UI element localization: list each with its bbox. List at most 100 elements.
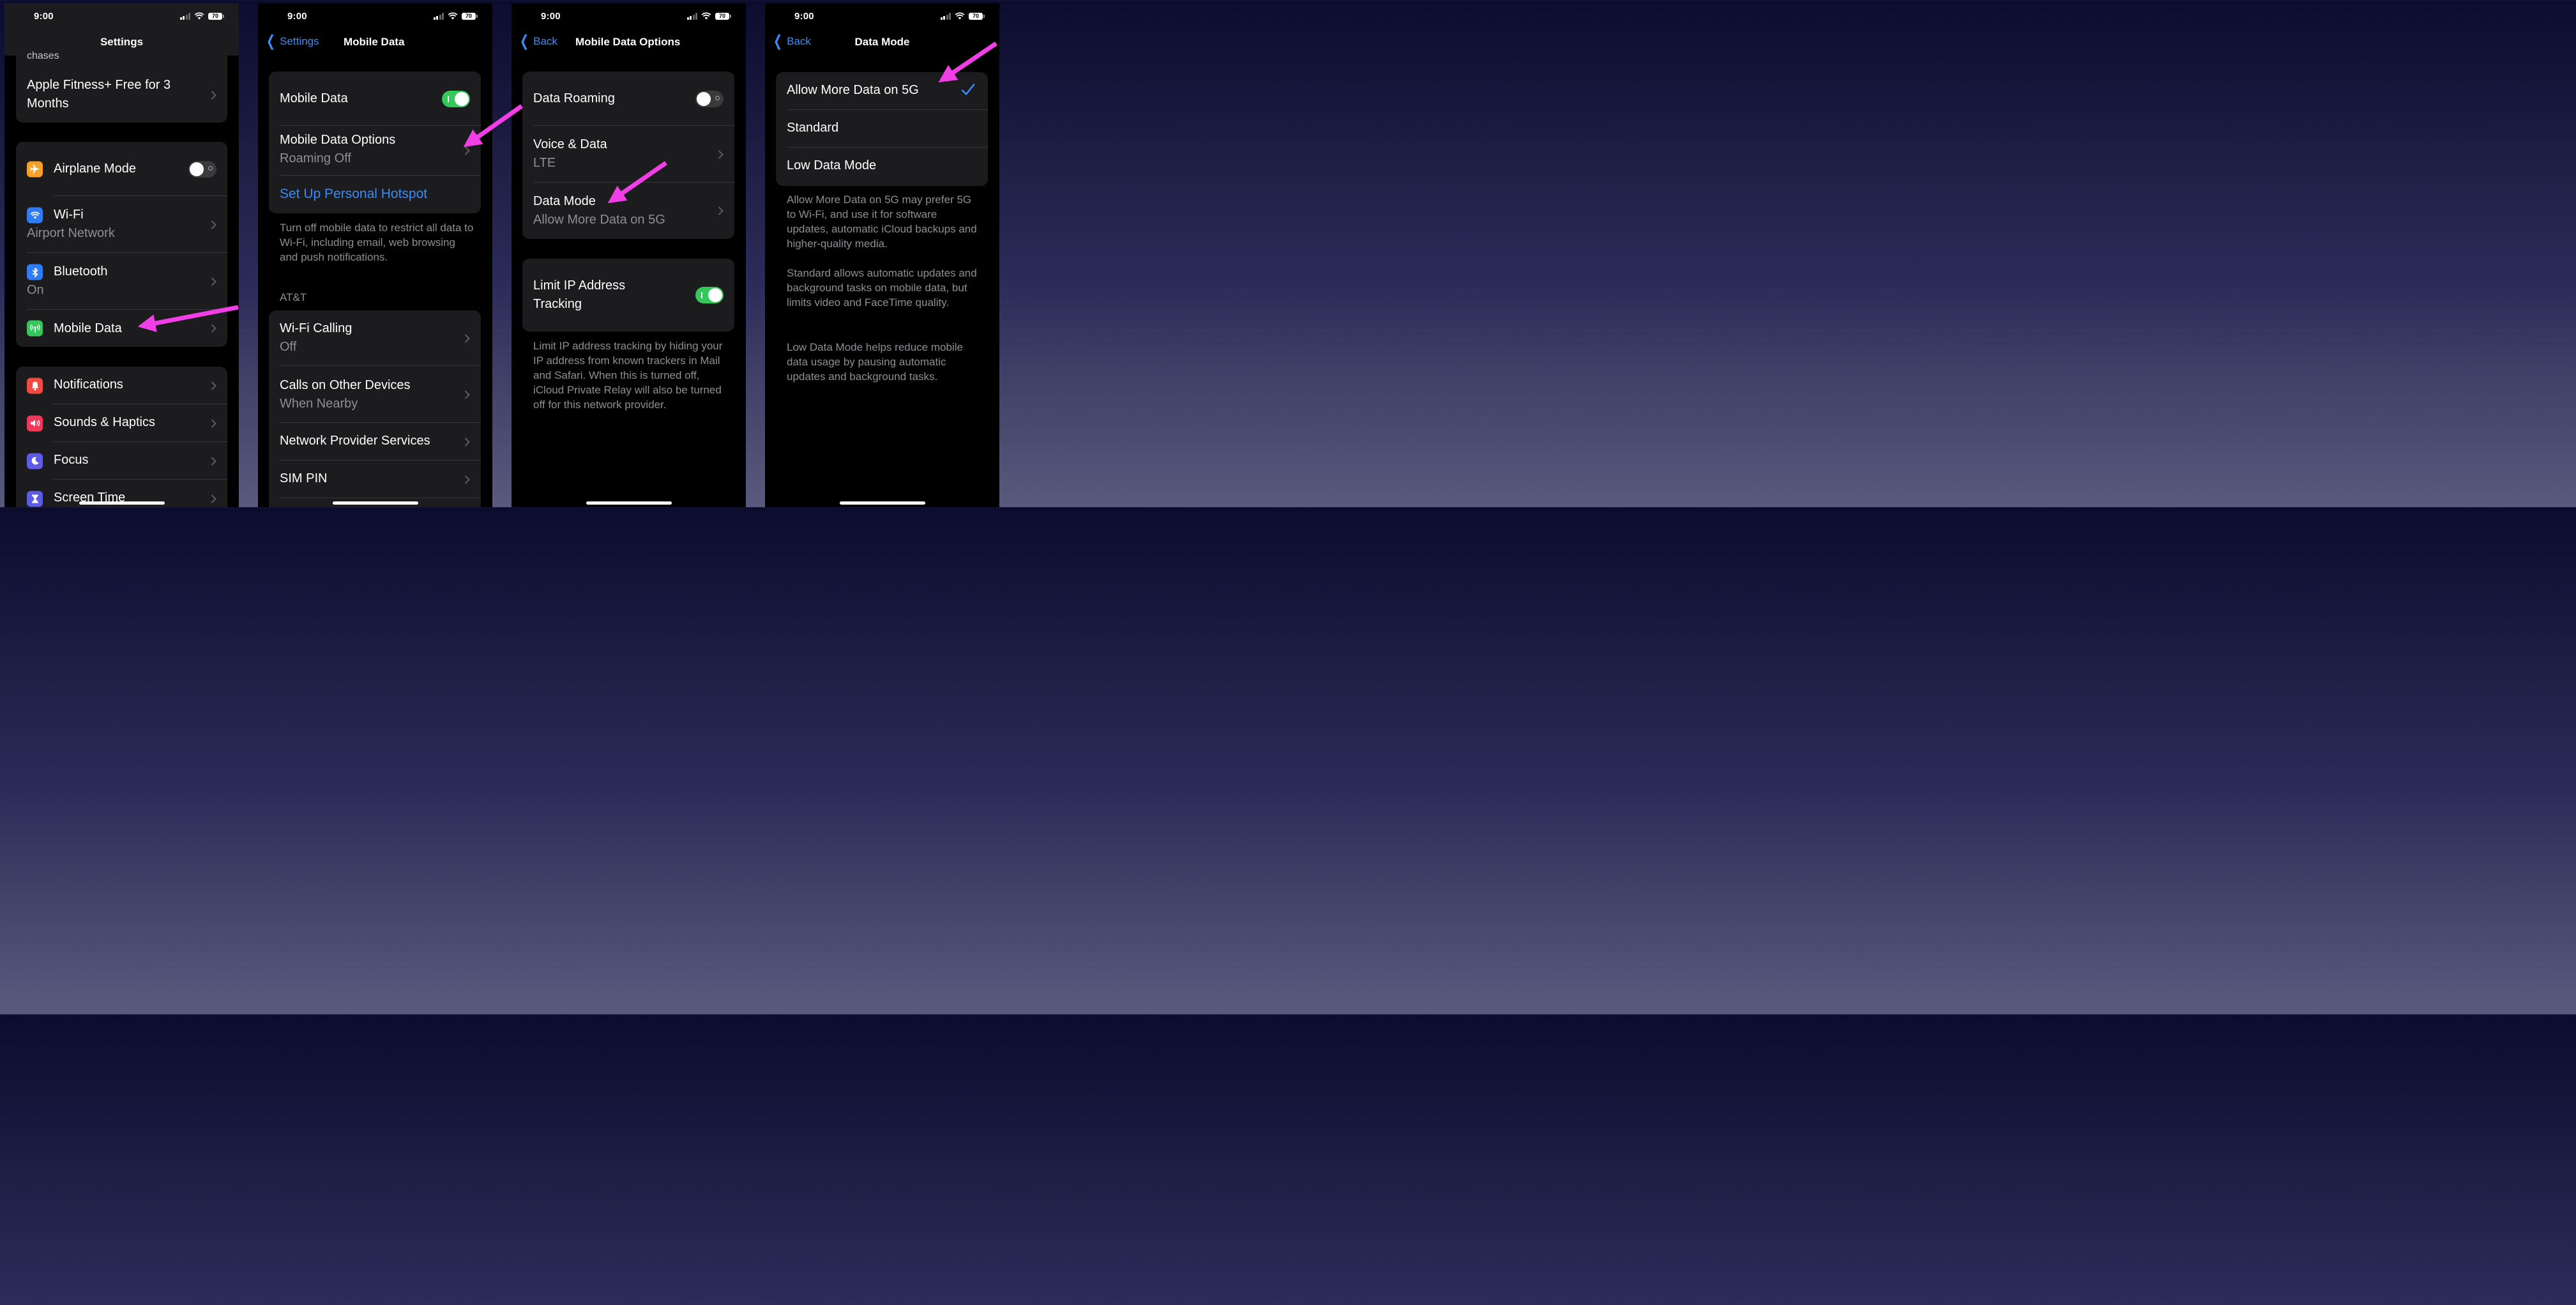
option-allow-more-data-label: Allow More Data on 5G	[787, 83, 919, 97]
roaming-status: Roaming Off	[280, 151, 351, 165]
chevron-right-icon	[464, 333, 470, 343]
chevron-right-icon	[211, 90, 216, 100]
voice-data-row[interactable]: Voice & Data LTE	[522, 126, 734, 183]
chevron-right-icon	[464, 475, 470, 484]
option-allow-more-data-row[interactable]: Allow More Data on 5G	[776, 72, 988, 110]
status-bar: 9:00 70	[258, 3, 492, 30]
signal-icon	[433, 12, 444, 20]
battery-icon: 70	[969, 12, 985, 20]
mobile-data-toggle-row[interactable]: Mobile Data	[269, 72, 481, 126]
focus-row[interactable]: Focus	[16, 442, 227, 480]
limit-ip-toggle[interactable]	[695, 287, 724, 303]
chevron-right-icon	[718, 149, 724, 159]
status-time: 9:00	[541, 11, 561, 22]
personal-hotspot-row[interactable]: Set Up Personal Hotspot	[269, 176, 481, 213]
focus-label: Focus	[54, 453, 89, 467]
mobile-data-options-row[interactable]: Mobile Data Options Roaming Off	[269, 126, 481, 176]
home-indicator	[839, 501, 925, 505]
status-time: 9:00	[287, 11, 307, 22]
home-indicator	[332, 501, 418, 505]
calls-other-devices-label: Calls on Other Devices	[280, 378, 411, 392]
partial-row-text: chases	[27, 50, 59, 61]
wifi-icon	[27, 207, 43, 224]
wifi-status-icon	[955, 12, 965, 20]
sim-pin-row[interactable]: SIM PIN	[269, 461, 481, 498]
back-button[interactable]: ❮ Settings	[264, 34, 319, 49]
wifi-row[interactable]: Wi-Fi Airport Network	[16, 196, 227, 253]
chevron-right-icon	[211, 456, 216, 466]
option-low-data-mode-row[interactable]: Low Data Mode	[776, 148, 988, 186]
page-title: Data Mode	[854, 36, 910, 48]
signal-icon	[686, 12, 697, 20]
back-label: Back	[533, 35, 557, 47]
option-standard-row[interactable]: Standard	[776, 110, 988, 148]
nav-bar: ❮ Settings Mobile Data	[258, 30, 492, 56]
notifications-row[interactable]: Notifications	[16, 367, 227, 404]
fitness-offer-row[interactable]: Apple Fitness+ Free for 3 Months	[16, 67, 227, 123]
data-roaming-row[interactable]: Data Roaming	[522, 72, 734, 126]
bluetooth-label: Bluetooth	[54, 264, 108, 279]
speaker-icon	[27, 415, 43, 431]
limit-ip-row[interactable]: Limit IP Address Tracking	[522, 259, 734, 332]
signal-icon	[940, 12, 951, 20]
nav-bar: ❮ Back Data Mode	[765, 30, 999, 56]
settings-screen: 9:00 70 Settings chases Apple Fitness+ F…	[4, 3, 239, 507]
wifi-network-name: Airport Network	[27, 226, 115, 240]
chevron-right-icon	[211, 418, 216, 428]
status-time: 9:00	[34, 11, 54, 22]
airplane-mode-row[interactable]: Airplane Mode	[16, 142, 227, 196]
chevron-right-icon	[211, 220, 216, 229]
mobile-data-toggle[interactable]	[442, 90, 470, 107]
back-button[interactable]: ❮ Back	[518, 34, 557, 49]
page-title: Mobile Data Options	[575, 36, 681, 48]
chevron-right-icon	[464, 146, 470, 156]
chevron-right-icon	[464, 390, 470, 399]
hourglass-icon	[27, 491, 43, 507]
back-label: Settings	[280, 35, 319, 47]
notifications-group: Notifications Sounds & Haptics Focus Scr…	[16, 367, 227, 507]
data-mode-options-group: Allow More Data on 5G Standard Low Data …	[776, 72, 988, 186]
bluetooth-row[interactable]: Bluetooth On	[16, 253, 227, 310]
data-mode-value: Allow More Data on 5G	[533, 213, 665, 227]
voice-data-value: LTE	[533, 156, 556, 170]
airplane-mode-toggle[interactable]	[188, 160, 216, 178]
calls-other-devices-row[interactable]: Calls on Other Devices When Nearby	[269, 366, 481, 423]
wifi-calling-label: Wi-Fi Calling	[280, 321, 352, 335]
chevron-right-icon	[464, 437, 470, 446]
mobile-data-row[interactable]: Mobile Data	[16, 310, 227, 347]
limit-ip-footnote: Limit IP address tracking by hiding your…	[533, 340, 723, 411]
airplane-icon	[27, 161, 43, 177]
mobile-data-group: Mobile Data Mobile Data Options Roaming …	[269, 72, 481, 213]
chevron-right-icon	[211, 277, 216, 286]
voice-data-label: Voice & Data	[533, 137, 607, 151]
sounds-haptics-row[interactable]: Sounds & Haptics	[16, 404, 227, 442]
wifi-status-icon	[194, 12, 204, 20]
antenna-icon	[27, 320, 43, 337]
personal-hotspot-link[interactable]: Set Up Personal Hotspot	[280, 185, 481, 203]
wifi-label: Wi-Fi	[54, 208, 84, 222]
data-roaming-toggle[interactable]	[695, 90, 724, 107]
chevron-left-icon: ❮	[266, 33, 276, 50]
chevron-right-icon	[211, 381, 216, 390]
bluetooth-status: On	[27, 283, 44, 297]
network-provider-services-row[interactable]: Network Provider Services	[269, 423, 481, 461]
notifications-label: Notifications	[54, 378, 123, 392]
battery-icon: 70	[208, 12, 224, 20]
home-indicator	[586, 501, 672, 505]
checkmark-icon	[961, 83, 975, 99]
status-bar: 9:00 70	[511, 3, 746, 30]
standard-description: Standard allows automatic updates and ba…	[787, 267, 977, 309]
option-standard-label: Standard	[787, 121, 839, 135]
data-mode-row[interactable]: Data Mode Allow More Data on 5G	[522, 183, 734, 239]
battery-icon: 70	[715, 12, 731, 20]
wifi-status-icon	[701, 12, 711, 20]
chevron-right-icon	[211, 494, 216, 503]
moon-icon	[27, 453, 43, 469]
mobile-data-label: Mobile Data	[54, 321, 122, 335]
data-mode-screen: 9:00 70 ❮ Back Data Mode Allow More Data …	[765, 3, 999, 507]
wifi-calling-row[interactable]: Wi-Fi Calling Off	[269, 310, 481, 366]
chevron-left-icon: ❮	[520, 33, 529, 50]
mobile-data-screen: 9:00 70 ❮ Settings Mobile Data Mobile Dat…	[258, 3, 492, 507]
signal-icon	[179, 12, 190, 20]
chevron-right-icon	[211, 324, 216, 333]
